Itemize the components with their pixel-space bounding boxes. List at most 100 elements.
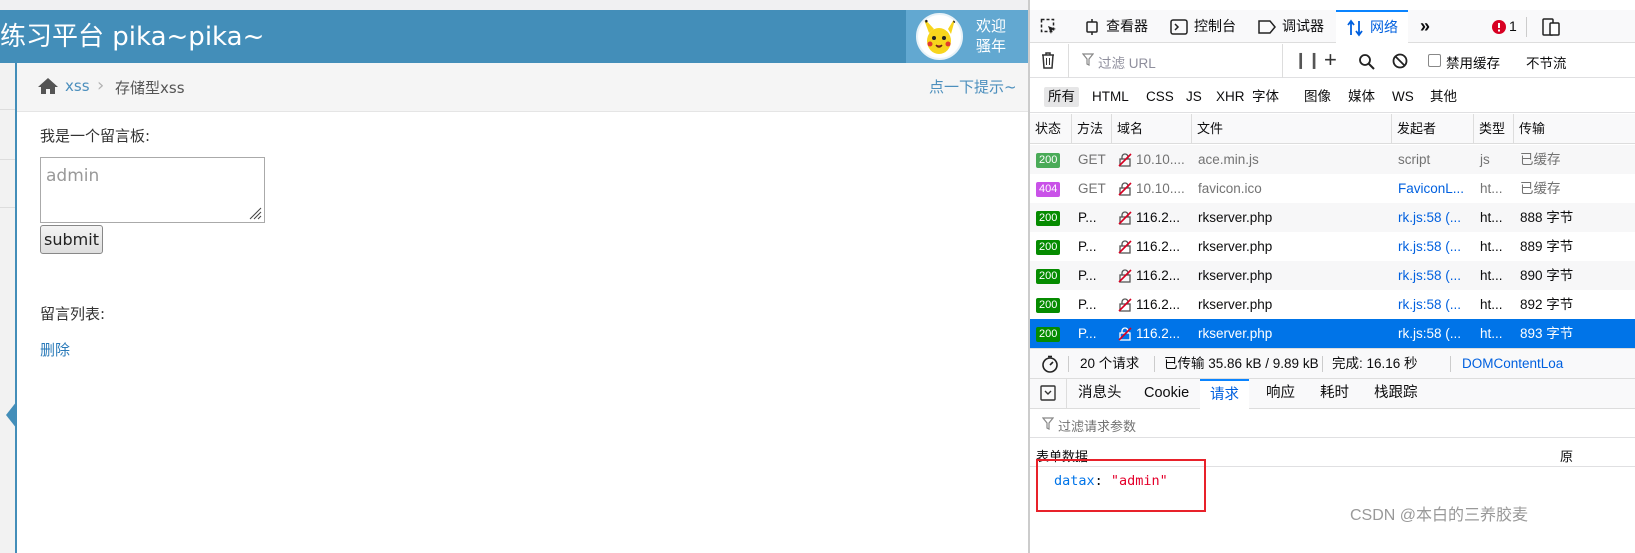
type-cell: js [1480,152,1490,167]
pause-icon[interactable]: ❙❙ [1294,50,1321,70]
initiator-cell[interactable]: rk.js:58 (... [1392,203,1474,232]
insecure-lock-icon [1118,240,1132,255]
web-page: 练习平台 pika~pika~ 欢迎 骚年 xss › 存储型xss 点一下提示… [0,0,1028,553]
column-header-2[interactable]: 域名 [1112,114,1192,144]
detail-tab-1[interactable]: Cookie [1144,379,1189,409]
delete-link[interactable]: 删除 [40,339,70,360]
transfer-cell: 已缓存 [1520,181,1561,196]
request-row[interactable]: 200 P... 116.2... rkserver.php rk.js:58 (...… [1030,232,1635,261]
network-filter-bar: 过滤 URL ❙❙ + 禁用缓存 不节流 [1030,44,1635,78]
tab-console-label: 控制台 [1194,18,1236,34]
sidebar-divider [0,159,15,160]
user-menu[interactable]: 欢迎 骚年 [906,10,1028,63]
throttle-select[interactable]: 不节流 [1526,52,1567,72]
type-filter-3[interactable]: JS [1182,87,1206,107]
initiator-cell[interactable]: FaviconL... [1392,174,1474,203]
error-indicator[interactable]: 1 [1492,10,1517,43]
column-header-0[interactable]: 状态 [1030,114,1072,144]
request-param-filter[interactable]: 过滤请求参数 [1030,410,1635,438]
column-header-1[interactable]: 方法 [1072,114,1112,144]
devtools-panel: 查看器 控制台 调试器 网络 » 1 过滤 URL ❙❙ + 禁用缓存 不节流 … [1028,0,1635,553]
status-badge: 200 [1036,268,1061,284]
more-tabs-icon[interactable]: » [1420,10,1430,43]
resize-grip-icon[interactable] [248,206,262,220]
type-filter-7[interactable]: 媒体 [1344,87,1379,107]
column-header-5[interactable]: 类型 [1474,114,1514,144]
dock-panel-icon[interactable] [1040,385,1056,405]
tab-inspector[interactable]: 查看器 [1084,10,1148,43]
request-row[interactable]: 200 GET 10.10.... ace.min.js script js 已缓存 [1030,145,1635,174]
url-filter-input[interactable]: 过滤 URL [1098,52,1156,72]
trash-icon[interactable] [1040,51,1056,72]
tab-divider [1066,379,1067,409]
column-header-3[interactable]: 文件 [1192,114,1392,144]
hint-link[interactable]: 点一下提示~ [929,76,1017,97]
breadcrumb-xss-link[interactable]: xss [65,77,90,95]
insecure-lock-icon [1118,153,1132,168]
disable-cache-checkbox[interactable] [1428,54,1441,67]
request-row[interactable]: 200 P... 116.2... rkserver.php rk.js:58 (...… [1030,290,1635,319]
type-filter-1[interactable]: HTML [1088,87,1133,107]
filter-icon [1041,417,1055,433]
method-cell: GET [1078,181,1106,196]
type-filter-4[interactable]: XHR [1212,87,1249,107]
status-badge: 404 [1036,181,1061,197]
block-icon[interactable] [1392,53,1408,72]
column-header-4[interactable]: 发起者 [1392,114,1474,144]
initiator-cell[interactable]: rk.js:58 (... [1392,232,1474,261]
home-icon[interactable] [37,77,59,99]
type-filter-8[interactable]: WS [1388,87,1418,107]
type-filter-9[interactable]: 其他 [1426,87,1461,107]
summary-divider [1322,356,1323,372]
request-row[interactable]: 200 P... 116.2... rkserver.php rk.js:58 (...… [1030,261,1635,290]
tab-network[interactable]: 网络 [1336,10,1408,43]
file-cell: rkserver.php [1198,239,1273,254]
tab-debugger-label: 调试器 [1282,18,1324,34]
type-filter-2[interactable]: CSS [1142,87,1178,107]
submit-button[interactable]: submit [40,225,103,254]
transferred-size: 已传输 35.86 kB / 9.89 kB [1164,356,1319,371]
detail-tab-5[interactable]: 栈跟踪 [1374,379,1418,409]
summary-divider [1068,356,1069,372]
detail-tab-0[interactable]: 消息头 [1078,379,1122,409]
request-row[interactable]: 200 P... 116.2... rkserver.php rk.js:58 (...… [1030,319,1635,348]
domain-cell: 116.2... [1112,290,1192,319]
top-navbar: 练习平台 pika~pika~ 欢迎 骚年 [0,10,1028,63]
brand-title[interactable]: 练习平台 pika~pika~ [0,20,264,54]
raw-toggle-label[interactable]: 原 [1560,446,1573,465]
sidebar-collapse-toggle[interactable] [6,401,17,429]
initiator-cell[interactable]: rk.js:58 (... [1392,261,1474,290]
type-filter-6[interactable]: 图像 [1300,87,1335,107]
insecure-lock-icon [1118,269,1132,284]
tab-console[interactable]: 控制台 [1170,10,1236,43]
search-icon[interactable] [1358,53,1375,73]
detail-tab-4[interactable]: 耗时 [1320,379,1349,409]
file-cell: ace.min.js [1198,152,1259,167]
message-textarea[interactable]: admin [40,157,265,223]
type-filter-0[interactable]: 所有 [1044,87,1079,107]
message-textarea-placeholder: admin [46,166,100,186]
status-cell: 200 [1030,319,1072,348]
toolbar-divider [1526,17,1527,37]
initiator-cell[interactable]: rk.js:58 (... [1392,290,1474,319]
status-cell: 404 [1030,174,1072,203]
detail-tab-3[interactable]: 响应 [1266,379,1295,409]
sidebar-divider [0,207,15,208]
element-picker-icon[interactable] [1040,10,1064,43]
request-row[interactable]: 200 P... 116.2... rkserver.php rk.js:58 (...… [1030,203,1635,232]
detail-tab-2[interactable]: 请求 [1200,379,1249,409]
request-row[interactable]: 404 GET 10.10.... favicon.ico FaviconL... ht.… [1030,174,1635,203]
column-header-6[interactable]: 传输 [1514,114,1635,144]
breadcrumb-current: 存储型xss [115,79,185,97]
console-icon [1170,19,1188,36]
add-icon[interactable]: + [1324,48,1337,72]
timer-icon [1041,355,1059,376]
file-cell: rkserver.php [1198,297,1273,312]
domain-text: 116.2... [1136,297,1181,312]
method-cell: P... [1078,297,1097,312]
responsive-mode-icon[interactable] [1542,10,1566,43]
type-filter-5[interactable]: 字体 [1248,87,1283,107]
domain-cell: 116.2... [1112,232,1192,261]
tab-debugger[interactable]: 调试器 [1258,10,1324,43]
initiator-cell: script [1398,152,1431,167]
